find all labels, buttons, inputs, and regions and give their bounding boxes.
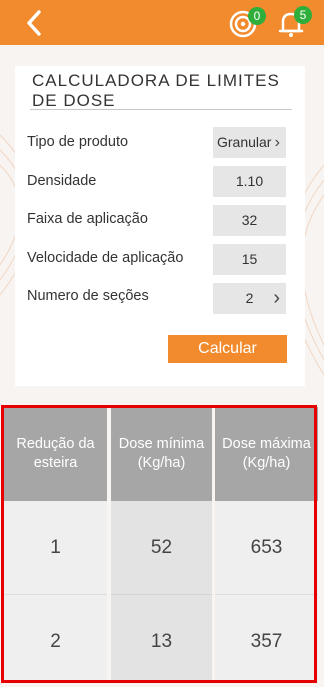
chevron-down-icon: › — [274, 134, 280, 151]
notification-badge: 5 — [294, 6, 312, 24]
table-header-min-dose: Dose mínima (Kg/ha) — [111, 407, 212, 501]
table-cell: 52 — [111, 501, 212, 594]
dose-calculator-card: CALCULADORA DE LIMITES DE DOSE Tipo de p… — [15, 66, 305, 386]
table-cell: 653 — [215, 501, 318, 594]
back-arrow-icon[interactable] — [20, 8, 50, 38]
sections-select[interactable]: 2 › — [213, 283, 286, 314]
product-type-value: Granular — [217, 134, 272, 150]
density-label: Densidade — [27, 173, 97, 189]
application-range-label: Faixa de aplicação — [27, 211, 148, 227]
page-title: CALCULADORA DE LIMITES DE DOSE — [32, 71, 280, 110]
product-type-select[interactable]: Granular › — [213, 127, 286, 158]
title-divider — [30, 109, 292, 110]
application-speed-input[interactable]: 15 — [213, 244, 286, 275]
table-cell: 2 — [4, 594, 107, 683]
density-input[interactable]: 1.10 — [213, 166, 286, 197]
sections-label: Numero de seções — [27, 288, 149, 304]
table-cell: 13 — [111, 594, 212, 683]
application-range-input[interactable]: 32 — [213, 205, 286, 236]
table-header-max-dose: Dose máxima (Kg/ha) — [215, 407, 318, 501]
target-notification-button[interactable]: 0 — [226, 6, 266, 40]
bell-notification-button[interactable]: 5 — [274, 6, 312, 40]
product-type-label: Tipo de produto — [27, 134, 129, 150]
calculate-button[interactable]: Calcular — [168, 335, 287, 363]
top-bar: 0 5 — [0, 0, 324, 45]
results-table: Redução da esteira Dose mínima (Kg/ha) D… — [4, 407, 318, 683]
table-cell: 357 — [215, 594, 318, 683]
chevron-right-icon: › — [273, 287, 280, 309]
table-header-reduction: Redução da esteira — [4, 407, 107, 501]
sections-value: 2 — [245, 290, 254, 306]
table-cell: 1 — [4, 501, 107, 594]
notification-badge: 0 — [248, 7, 266, 25]
application-speed-label: Velocidade de aplicação — [27, 250, 184, 266]
